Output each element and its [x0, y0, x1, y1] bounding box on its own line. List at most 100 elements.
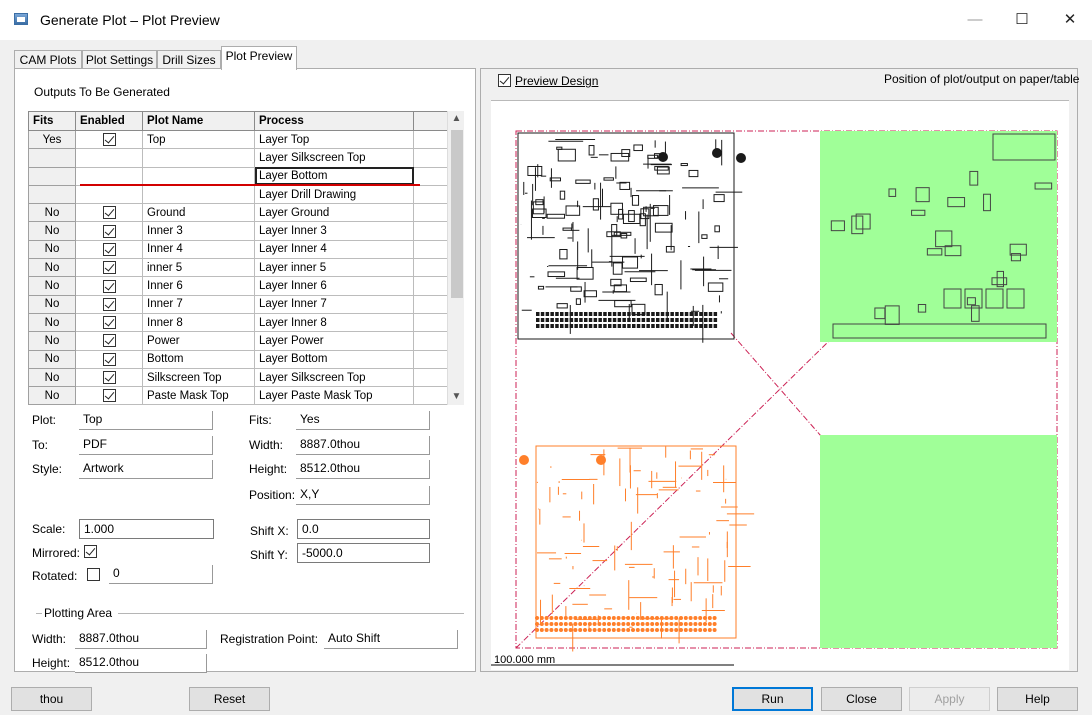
output-row[interactable]: No Inner 7 Layer Inner 7 [28, 294, 448, 314]
plot-name-cell[interactable]: Paste Mask Top [142, 386, 255, 406]
output-row[interactable]: No Paste Mask Top Layer Paste Mask Top [28, 386, 448, 406]
col-plot-name-header[interactable]: Plot Name [142, 111, 255, 131]
plot-name-cell[interactable]: Power [142, 331, 255, 351]
mirrored-checkbox[interactable] [84, 545, 97, 558]
plotting-area-heading: Plotting Area [44, 606, 113, 620]
run-button[interactable]: Run [732, 687, 813, 711]
spare-cell [413, 386, 448, 406]
output-row[interactable]: No Inner 8 Layer Inner 8 [28, 312, 448, 333]
enabled-checkbox[interactable] [102, 297, 116, 311]
width-label: Width: [249, 438, 284, 452]
process-cell[interactable]: Layer Top [254, 129, 414, 150]
plot-name-cell[interactable]: Inner 8 [142, 312, 255, 333]
process-cell[interactable]: Layer Silkscreen Top [254, 367, 414, 388]
maximize-button[interactable]: ☐ [1007, 8, 1037, 32]
plot-name-cell[interactable] [142, 166, 255, 186]
plot-name-cell[interactable]: inner 5 [142, 258, 255, 278]
apply-button[interactable]: Apply [909, 687, 990, 711]
process-cell[interactable]: Layer inner 5 [254, 258, 414, 278]
process-cell[interactable]: Layer Inner 3 [254, 221, 414, 241]
plot-name-cell[interactable]: Inner 4 [142, 239, 255, 260]
plot-name-cell[interactable]: Ground [142, 203, 255, 223]
close-window-button[interactable]: ✕ [1055, 8, 1085, 32]
enabled-checkbox[interactable] [102, 224, 116, 238]
rotated-checkbox[interactable] [87, 568, 100, 581]
process-cell[interactable]: Layer Bottom [254, 349, 414, 369]
output-row[interactable]: No Ground Layer Ground [28, 203, 448, 223]
enabled-checkbox[interactable] [102, 371, 116, 384]
output-row[interactable]: No Silkscreen Top Layer Silkscreen Top [28, 367, 448, 388]
col-enabled-header[interactable]: Enabled [75, 111, 143, 131]
rotated-value[interactable]: 0 [109, 565, 213, 584]
process-cell[interactable]: Layer Power [254, 331, 414, 351]
enabled-checkbox[interactable] [102, 279, 116, 293]
plot-name-cell[interactable]: Inner 3 [142, 221, 255, 241]
scroll-down-icon[interactable]: ▼ [448, 389, 465, 405]
units-toggle-button[interactable]: thou [11, 687, 92, 711]
process-cell[interactable]: Layer Inner 6 [254, 276, 414, 296]
enabled-checkbox[interactable] [102, 133, 116, 147]
output-row[interactable]: No Inner 4 Layer Inner 4 [28, 239, 448, 260]
preview-design-label[interactable]: Preview Design [515, 74, 598, 88]
enabled-checkbox[interactable] [102, 334, 116, 348]
shift-y-input[interactable]: -5000.0 [297, 543, 430, 563]
tab-plot-settings[interactable]: Plot Settings [82, 50, 157, 70]
fits-cell [28, 148, 76, 168]
output-row[interactable]: No inner 5 Layer inner 5 [28, 258, 448, 278]
plot-value: Top [79, 411, 213, 430]
enabled-checkbox[interactable] [102, 206, 116, 220]
output-row[interactable]: No Inner 3 Layer Inner 3 [28, 221, 448, 241]
area-height-label: Height: [32, 656, 71, 670]
fits-cell [28, 184, 76, 205]
plot-name-cell[interactable]: Bottom [142, 349, 255, 369]
plot-preview-canvas: 100.000 mm [491, 100, 1069, 670]
output-row[interactable]: Layer Drill Drawing [28, 184, 448, 205]
tab-drill-sizes[interactable]: Drill Sizes [157, 50, 221, 70]
scroll-up-icon[interactable]: ▲ [448, 111, 465, 127]
col-fits-header[interactable]: Fits [28, 111, 76, 131]
col-process-header[interactable]: Process [254, 111, 414, 131]
outputs-scrollbar[interactable]: ▲ ▼ [447, 111, 464, 405]
output-row[interactable]: No Inner 6 Layer Inner 6 [28, 276, 448, 296]
process-cell[interactable]: Layer Ground [254, 203, 414, 223]
process-cell[interactable]: Layer Drill Drawing [254, 184, 414, 205]
plot-name-cell[interactable]: Silkscreen Top [142, 367, 255, 388]
tab-plot-preview[interactable]: Plot Preview [221, 46, 297, 70]
minimize-button[interactable]: — [960, 8, 990, 32]
spare-cell [413, 276, 448, 296]
process-cell[interactable]: Layer Silkscreen Top [254, 148, 414, 168]
to-value: PDF [79, 436, 213, 455]
scale-input[interactable]: 1.000 [79, 519, 214, 539]
output-row[interactable]: Layer Bottom [28, 166, 448, 186]
process-cell[interactable]: Layer Bottom [254, 166, 414, 186]
output-row[interactable]: No Bottom Layer Bottom [28, 349, 448, 369]
process-cell[interactable]: Layer Inner 8 [254, 312, 414, 333]
plot-name-cell[interactable]: Top [142, 129, 255, 150]
process-cell[interactable]: Layer Inner 7 [254, 294, 414, 314]
shift-y-label: Shift Y: [250, 548, 288, 562]
enabled-checkbox[interactable] [102, 316, 116, 330]
plot-name-cell[interactable] [142, 184, 255, 205]
shift-x-label: Shift X: [250, 524, 289, 538]
help-button[interactable]: Help [997, 687, 1078, 711]
reset-button[interactable]: Reset [189, 687, 270, 711]
preview-design-checkbox[interactable] [498, 74, 511, 87]
enabled-checkbox[interactable] [102, 261, 116, 275]
plot-name-cell[interactable]: Inner 6 [142, 276, 255, 296]
tab-cam-plots[interactable]: CAM Plots [14, 50, 82, 70]
fits-cell: No [28, 276, 76, 296]
close-button[interactable]: Close [821, 687, 902, 711]
scroll-thumb[interactable] [451, 130, 463, 298]
shift-x-input[interactable]: 0.0 [297, 519, 430, 539]
process-cell[interactable]: Layer Inner 4 [254, 239, 414, 260]
output-row[interactable]: Layer Silkscreen Top [28, 148, 448, 168]
process-cell[interactable]: Layer Paste Mask Top [254, 386, 414, 406]
enabled-checkbox[interactable] [102, 242, 116, 256]
output-row[interactable]: No Power Layer Power [28, 331, 448, 351]
plot-name-cell[interactable]: Inner 7 [142, 294, 255, 314]
fits-cell [28, 166, 76, 186]
enabled-checkbox[interactable] [102, 352, 116, 366]
enabled-checkbox[interactable] [102, 389, 116, 403]
output-row[interactable]: Yes Top Layer Top [28, 129, 448, 150]
plot-name-cell[interactable] [142, 148, 255, 168]
